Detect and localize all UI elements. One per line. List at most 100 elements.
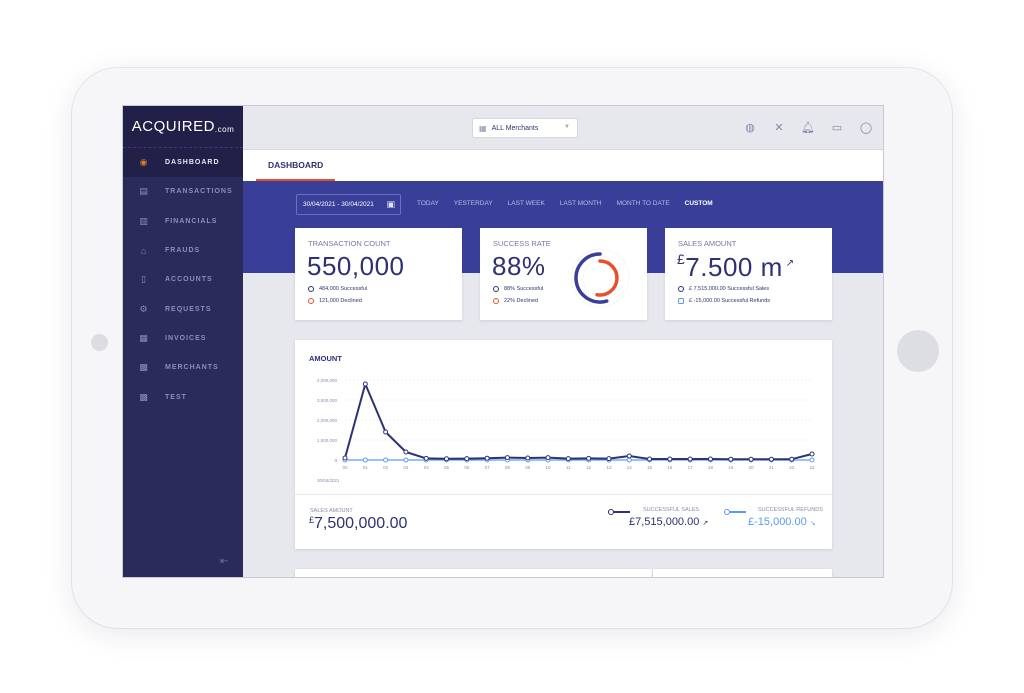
x-tick-label: 19 [728, 465, 734, 470]
sidebar-item-label: FINANCIALS [165, 217, 218, 225]
success-rate-card: SUCCESS RATE 88% 88% Successful 22% Decl… [480, 228, 647, 320]
y-tick-label: 3,000,000 [317, 398, 338, 403]
declined-dot-icon [493, 298, 499, 304]
message-icon[interactable]: ▭ [830, 120, 844, 134]
declined-legend: 121,000 Declined [308, 298, 362, 304]
x-tick-label: 08 [505, 465, 511, 470]
successful-legend: 484,000 Successful [308, 286, 367, 292]
logout-icon[interactable]: ⇤ [220, 556, 228, 567]
x-tick-label: 18 [708, 465, 714, 470]
data-point [423, 455, 429, 461]
logo-main: ACQUIRED [131, 118, 215, 135]
successful-refunds: £ -15,000.00 Successful Refunds [689, 298, 771, 304]
successful-sales-value: £7,515,000.00 ↗ [629, 516, 708, 528]
bottom-card-right [653, 569, 832, 577]
kpi-value: 88% [492, 251, 546, 281]
sidebar-item-invoices[interactable]: ▦ INVOICES [123, 324, 243, 353]
tablet-camera [91, 334, 108, 351]
sidebar-item-dashboard[interactable]: ◉ DASHBOARD [123, 148, 243, 178]
date-range-value: 30/04/2021 - 30/04/2021 [303, 201, 374, 208]
sidebar: ACQUIRED .com ◉ DASHBOARD ▤ TRANSACTIONS ▥ FIN… [123, 106, 243, 577]
x-tick-label: 09 [525, 465, 531, 470]
transaction-count-card: TRANSACTION COUNT 550,000 484,000 Succes… [295, 228, 462, 320]
merchant-select[interactable]: ▦ ALL Merchants ▼ [472, 118, 578, 138]
data-point [444, 456, 450, 462]
merchant-select-value: ALL Merchants [491, 124, 539, 132]
sidebar-item-transactions[interactable]: ▤ TRANSACTIONS [123, 177, 243, 206]
bottom-card-left [295, 569, 652, 577]
tablet-home-button [897, 330, 939, 372]
sidebar-item-financials[interactable]: ▥ FINANCIALS [123, 207, 243, 236]
tab-dashboard[interactable]: DASHBOARD [256, 150, 336, 181]
sidebar-item-accounts[interactable]: ▯ ACCOUNTS [123, 265, 243, 294]
successful-count: 484,000 Successful [319, 286, 368, 292]
preset-last-month[interactable]: LAST MONTH [560, 200, 602, 207]
declined-dot-icon [308, 298, 314, 304]
successful-sales: £ 7,515,000.00 Successful Sales [689, 286, 770, 292]
summary-divider [295, 494, 832, 495]
bell-icon[interactable]: 🔔︎ [801, 120, 815, 134]
successful-dot-icon [308, 286, 314, 292]
sidebar-item-label: DASHBOARD [165, 159, 220, 167]
data-point [789, 456, 795, 462]
y-tick-label: 0 [334, 458, 337, 463]
tools-icon[interactable]: ✕ [772, 120, 786, 134]
x-tick-label: 14 [627, 465, 633, 470]
globe-icon[interactable]: ◍ [743, 120, 757, 134]
successful-sales-amount: £7,515,000.00 [629, 516, 700, 528]
trend-up-icon: ↗ [702, 520, 709, 527]
merchants-icon: ▩ [139, 362, 149, 373]
preset-yesterday[interactable]: YESTERDAY [454, 200, 493, 207]
x-tick-label: 23 [809, 465, 815, 470]
series-line-successful-sales [344, 383, 813, 461]
summary-sales-label: SALES AMOUNT [310, 508, 353, 514]
preset-custom[interactable]: CUSTOM [685, 200, 713, 207]
sidebar-item-requests[interactable]: ⚙ REQUESTS [123, 294, 243, 323]
sidebar-item-test[interactable]: ▩ TEST [123, 382, 243, 411]
x-tick-label: 20 [749, 465, 755, 470]
preset-last-week[interactable]: LAST WEEK [508, 200, 545, 207]
x-tick-label: 13 [606, 465, 612, 470]
x-tick-label: 15 [647, 465, 653, 470]
calendar-icon: ▣ [386, 199, 395, 209]
logo[interactable]: ACQUIRED .com [123, 106, 243, 148]
success-rate-donut [570, 248, 630, 308]
amount-chart: 0 1,000,000 2,000,000 3,000,000 4,000,000 00 0… [317, 378, 815, 483]
successful-rate: 88% Successful [504, 286, 544, 292]
x-tick-label: 03 [403, 465, 409, 470]
sidebar-item-label: INVOICES [165, 334, 207, 342]
preset-month-to-date[interactable]: MONTH TO DATE [617, 200, 670, 207]
user-icon[interactable]: ◯ [859, 120, 873, 134]
data-point [383, 457, 389, 463]
y-tick-label: 1,000,000 [317, 438, 338, 443]
donut-declined-arc [595, 259, 619, 297]
preset-today[interactable]: TODAY [417, 200, 439, 207]
sidebar-item-frauds[interactable]: ⌂ FRAUDS [123, 236, 243, 265]
sales-amount-card: SALES AMOUNT £7.500 m ↗ £ 7,515,000.00 Su… [665, 228, 832, 320]
sidebar-item-label: TEST [165, 393, 187, 401]
data-point [362, 457, 368, 463]
date-range-input[interactable]: 30/04/2021 - 30/04/2021 ▣ [296, 194, 401, 215]
data-point [748, 456, 754, 462]
accounts-icon: ▯ [141, 274, 147, 285]
date-presets: TODAY YESTERDAY LAST WEEK LAST MONTH MONTH T… [417, 200, 713, 207]
successful-refunds-amount: £-15,000.00 [748, 516, 807, 528]
header-icons: ◍ ✕ 🔔︎ ▭ ◯ [743, 120, 873, 134]
x-tick-label: 11 [566, 465, 571, 470]
kpi-title: TRANSACTION COUNT [308, 239, 391, 248]
data-point [403, 449, 409, 455]
declined-legend: 22% Declined [493, 298, 538, 304]
chevron-down-icon: ▼ [564, 124, 570, 130]
sidebar-item-merchants[interactable]: ▩ MERCHANTS [123, 353, 243, 382]
successful-refunds-line-icon [724, 509, 746, 515]
x-tick-label: 16 [667, 465, 673, 470]
summary-sales-value: £7,500,000.00 [309, 515, 407, 533]
frauds-icon: ⌂ [140, 245, 148, 256]
data-point [565, 456, 571, 462]
x-tick-label: 17 [688, 465, 694, 470]
successful-refunds-label: SUCCESSFUL REFUNDS [758, 507, 823, 513]
kpi-value: £7.500 m ↗ [677, 251, 795, 283]
y-tick-label: 2,000,000 [317, 418, 338, 423]
transactions-icon: ▤ [139, 186, 149, 197]
kpi-title: SUCCESS RATE [493, 239, 551, 248]
